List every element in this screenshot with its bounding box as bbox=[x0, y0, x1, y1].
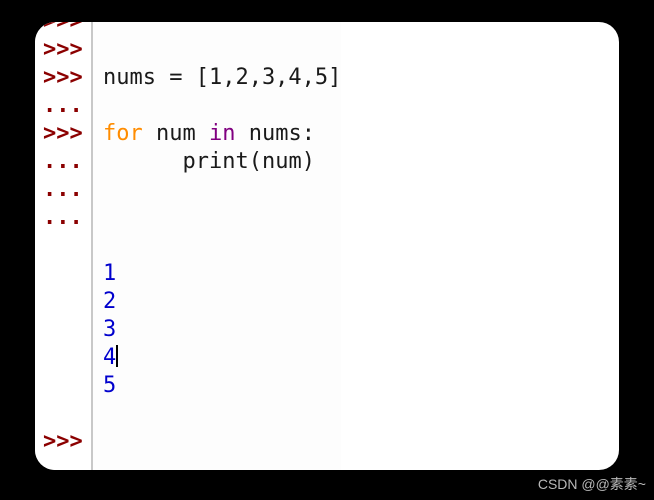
code-area: >>> >>> >>> ... >>> ... ... ... >>> nums… bbox=[35, 22, 619, 470]
prompt-continuation: ... bbox=[43, 148, 85, 176]
loop-var: num bbox=[143, 121, 209, 146]
prompt-primary: >>> bbox=[43, 64, 85, 92]
prompt-continuation: ... bbox=[43, 204, 85, 232]
gutter-blank bbox=[43, 232, 85, 260]
watermark: CSDN @@素素~ bbox=[538, 474, 646, 494]
output-value: 4 bbox=[103, 345, 116, 370]
keyword-for: for bbox=[103, 121, 143, 146]
gutter-blank bbox=[43, 372, 85, 400]
paren-close: ) bbox=[302, 149, 315, 174]
output-line: 3 bbox=[103, 316, 341, 344]
code-line: print(num) bbox=[103, 148, 341, 176]
code-line: for num in nums: bbox=[103, 120, 341, 148]
code-line bbox=[103, 400, 341, 428]
code-line bbox=[103, 176, 341, 204]
code-line: nums = [1,2,3,4,5] bbox=[103, 64, 341, 92]
terminal-window: >>> >>> >>> ... >>> ... ... ... >>> nums… bbox=[35, 22, 619, 470]
paren-open: ( bbox=[249, 149, 262, 174]
prompt-gutter: >>> >>> >>> ... >>> ... ... ... >>> bbox=[35, 22, 93, 470]
gutter-blank bbox=[43, 288, 85, 316]
gutter-blank bbox=[43, 260, 85, 288]
output-line: 4 bbox=[103, 344, 341, 372]
code-content[interactable]: nums = [1,2,3,4,5] for num in nums: prin… bbox=[93, 22, 341, 470]
assignment: nums = [1,2,3,4,5] bbox=[103, 65, 341, 90]
output-line: 1 bbox=[103, 260, 341, 288]
keyword-in: in bbox=[209, 121, 236, 146]
code-line bbox=[103, 232, 341, 260]
code-line bbox=[103, 22, 341, 36]
func-print: print bbox=[182, 149, 248, 174]
prompt-primary: >>> bbox=[43, 120, 85, 148]
gutter-blank bbox=[43, 400, 85, 428]
arg: num bbox=[262, 149, 302, 174]
prompt-primary: >>> bbox=[43, 22, 85, 36]
code-line bbox=[103, 36, 341, 64]
gutter-blank bbox=[43, 344, 85, 372]
output-line: 2 bbox=[103, 288, 341, 316]
output-line: 5 bbox=[103, 372, 341, 400]
indent bbox=[103, 149, 182, 174]
iterable: nums: bbox=[235, 121, 314, 146]
prompt-primary: >>> bbox=[43, 428, 85, 456]
prompt-primary: >>> bbox=[43, 36, 85, 64]
code-line bbox=[103, 92, 341, 120]
gutter-blank bbox=[43, 316, 85, 344]
prompt-continuation: ... bbox=[43, 92, 85, 120]
prompt-continuation: ... bbox=[43, 176, 85, 204]
code-line bbox=[103, 204, 341, 232]
text-cursor bbox=[116, 345, 118, 367]
